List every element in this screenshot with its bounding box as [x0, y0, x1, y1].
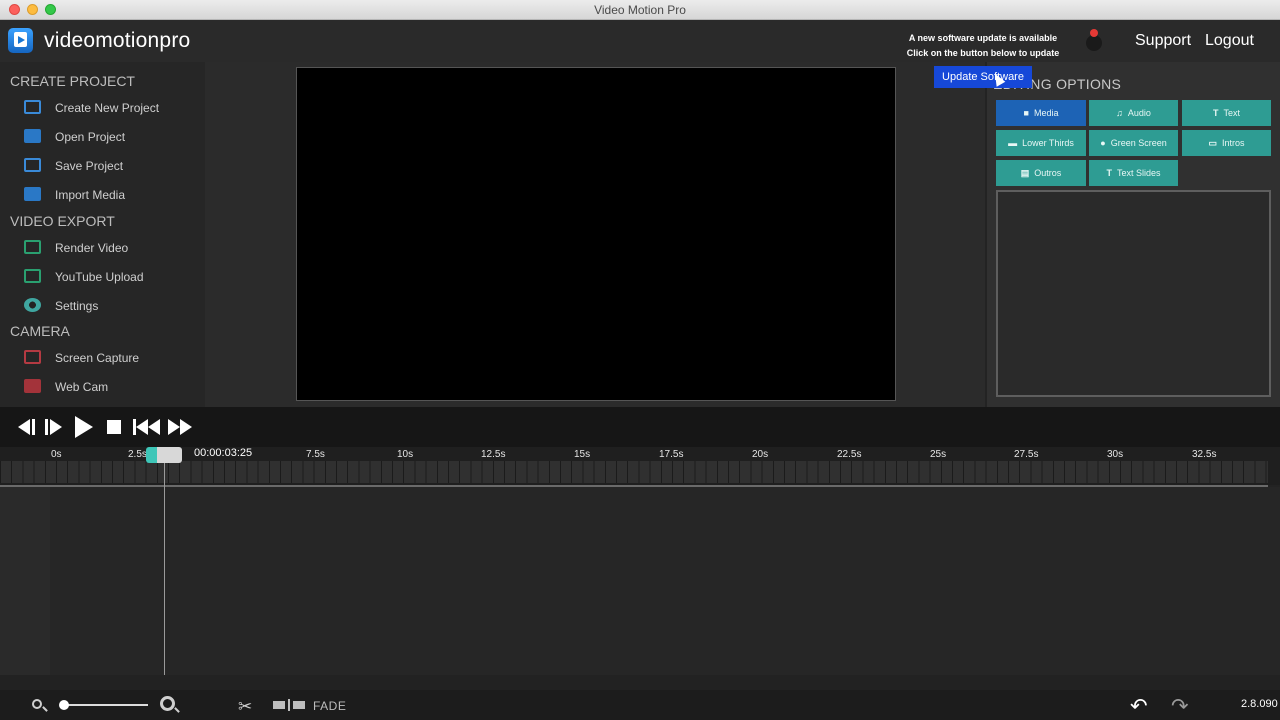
brand-name: videomotionpro [44, 29, 191, 52]
play-button[interactable] [75, 416, 93, 438]
webcam-icon [24, 379, 41, 393]
folder-icon [24, 129, 41, 143]
music-note-icon: ♫ [1116, 108, 1123, 118]
section-title-create-project: CREATE PROJECT [10, 73, 135, 89]
window-title: Video Motion Pro [594, 3, 686, 17]
update-software-button[interactable]: Update Software [934, 66, 1032, 88]
app-logo-icon [8, 28, 33, 53]
timeline-footer-gap [0, 675, 1280, 690]
folder-icon [24, 187, 41, 201]
monitor-icon [24, 100, 41, 114]
timecode: 00:00:03:25 [194, 447, 253, 459]
step-forward-bar-icon [45, 419, 48, 435]
step-back-bar-icon [32, 419, 35, 435]
tab-green-screen[interactable]: ● Green Screen [1089, 130, 1178, 156]
sidebar-item-settings[interactable]: Settings [0, 294, 205, 318]
text-icon: T [1212, 108, 1219, 118]
update-notice: A new software update is available Click… [906, 33, 1060, 58]
rewind-icon [136, 419, 148, 435]
youtube-icon [24, 269, 41, 283]
fast-forward-button[interactable] [168, 419, 192, 441]
ruler-label: 12.5s [481, 449, 506, 460]
fast-forward-icon [168, 419, 180, 435]
logout-link[interactable]: Logout [1205, 32, 1254, 50]
ruler-label: 32.5s [1192, 449, 1217, 460]
ruler-label: 25s [930, 449, 947, 460]
ruler-ticks [0, 461, 1268, 483]
tab-audio[interactable]: ♫ Audio [1089, 100, 1178, 126]
ruler-label: 17.5s [659, 449, 684, 460]
sidebar-item-import-media[interactable]: Import Media [0, 183, 205, 207]
section-title-video-export: VIDEO EXPORT [10, 213, 115, 229]
screen-capture-icon [24, 350, 41, 364]
intro-icon: ▭ [1208, 138, 1217, 148]
fade-button[interactable]: FADE [313, 699, 346, 713]
transport-bar [0, 407, 1280, 447]
playhead-line [164, 450, 165, 675]
support-link[interactable]: Support [1135, 32, 1191, 50]
window-title-bar: Video Motion Pro [0, 0, 1280, 20]
bottom-toolbar [0, 690, 1280, 720]
section-title-camera: CAMERA [10, 323, 70, 339]
step-forward-icon [50, 419, 62, 435]
ruler-label: 22.5s [837, 449, 862, 460]
zoom-slider-track[interactable] [60, 704, 148, 706]
app-header: videomotionpro A new software update is … [0, 20, 1280, 62]
step-forward-button[interactable] [50, 419, 62, 441]
folder-icon: ■ [1023, 108, 1029, 118]
tab-text[interactable]: T Text [1182, 100, 1271, 126]
ruler-label: 2.5s [128, 449, 147, 460]
tab-media[interactable]: ■ Media [996, 100, 1086, 126]
ruler-label: 7.5s [306, 449, 325, 460]
ruler-label: 0s [51, 449, 62, 460]
notification-alarm-icon[interactable] [1084, 29, 1104, 51]
skip-to-start-button[interactable] [136, 419, 160, 441]
zoom-in-icon[interactable] [160, 696, 175, 711]
sidebar-item-screen-capture[interactable]: Screen Capture [0, 346, 205, 370]
tab-lower-thirds[interactable]: ▬ Lower Thirds [996, 130, 1086, 156]
camera-icon: ● [1100, 138, 1106, 148]
step-back-button[interactable] [18, 419, 30, 441]
ruler-label: 20s [752, 449, 769, 460]
undo-icon[interactable]: ↶ [1130, 694, 1148, 719]
scissors-icon[interactable]: ✂ [238, 697, 252, 717]
redo-icon[interactable]: ↷ [1171, 694, 1189, 719]
tab-intros[interactable]: ▭ Intros [1182, 130, 1271, 156]
sidebar-item-youtube-upload[interactable]: YouTube Upload [0, 265, 205, 289]
sidebar-item-web-cam[interactable]: Web Cam [0, 375, 205, 399]
track-headers [0, 487, 50, 675]
zoom-out-icon[interactable] [32, 699, 42, 709]
step-back-icon [18, 419, 30, 435]
ruler-label: 27.5s [1014, 449, 1039, 460]
tab-outros[interactable]: ▤ Outros [996, 160, 1086, 186]
save-icon [24, 158, 41, 172]
version-label: 2.8.090 [1241, 698, 1278, 710]
sidebar-item-save-project[interactable]: Save Project [0, 154, 205, 178]
lower-thirds-icon: ▬ [1008, 138, 1018, 148]
ruler-label: 10s [397, 449, 414, 460]
timeline-tracks[interactable] [0, 487, 1280, 675]
video-preview[interactable] [296, 67, 896, 401]
stop-button[interactable] [107, 420, 121, 434]
sidebar-item-create-new-project[interactable]: Create New Project [0, 96, 205, 120]
sidebar-item-render-video[interactable]: Render Video [0, 236, 205, 260]
outro-icon: ▤ [1020, 168, 1030, 178]
zoom-slider-handle[interactable] [59, 700, 69, 710]
split-clip-icon[interactable] [273, 699, 305, 711]
ruler-label: 30s [1107, 449, 1124, 460]
media-drop-zone[interactable] [996, 190, 1271, 397]
ruler-label: 15s [574, 449, 591, 460]
play-icon [75, 416, 93, 438]
playhead-handle[interactable] [146, 447, 182, 463]
gear-icon [24, 298, 41, 312]
sidebar-item-open-project[interactable]: Open Project [0, 125, 205, 149]
render-icon [24, 240, 41, 254]
tab-text-slides[interactable]: T Text Slides [1089, 160, 1178, 186]
text-slides-icon: T [1106, 168, 1112, 178]
